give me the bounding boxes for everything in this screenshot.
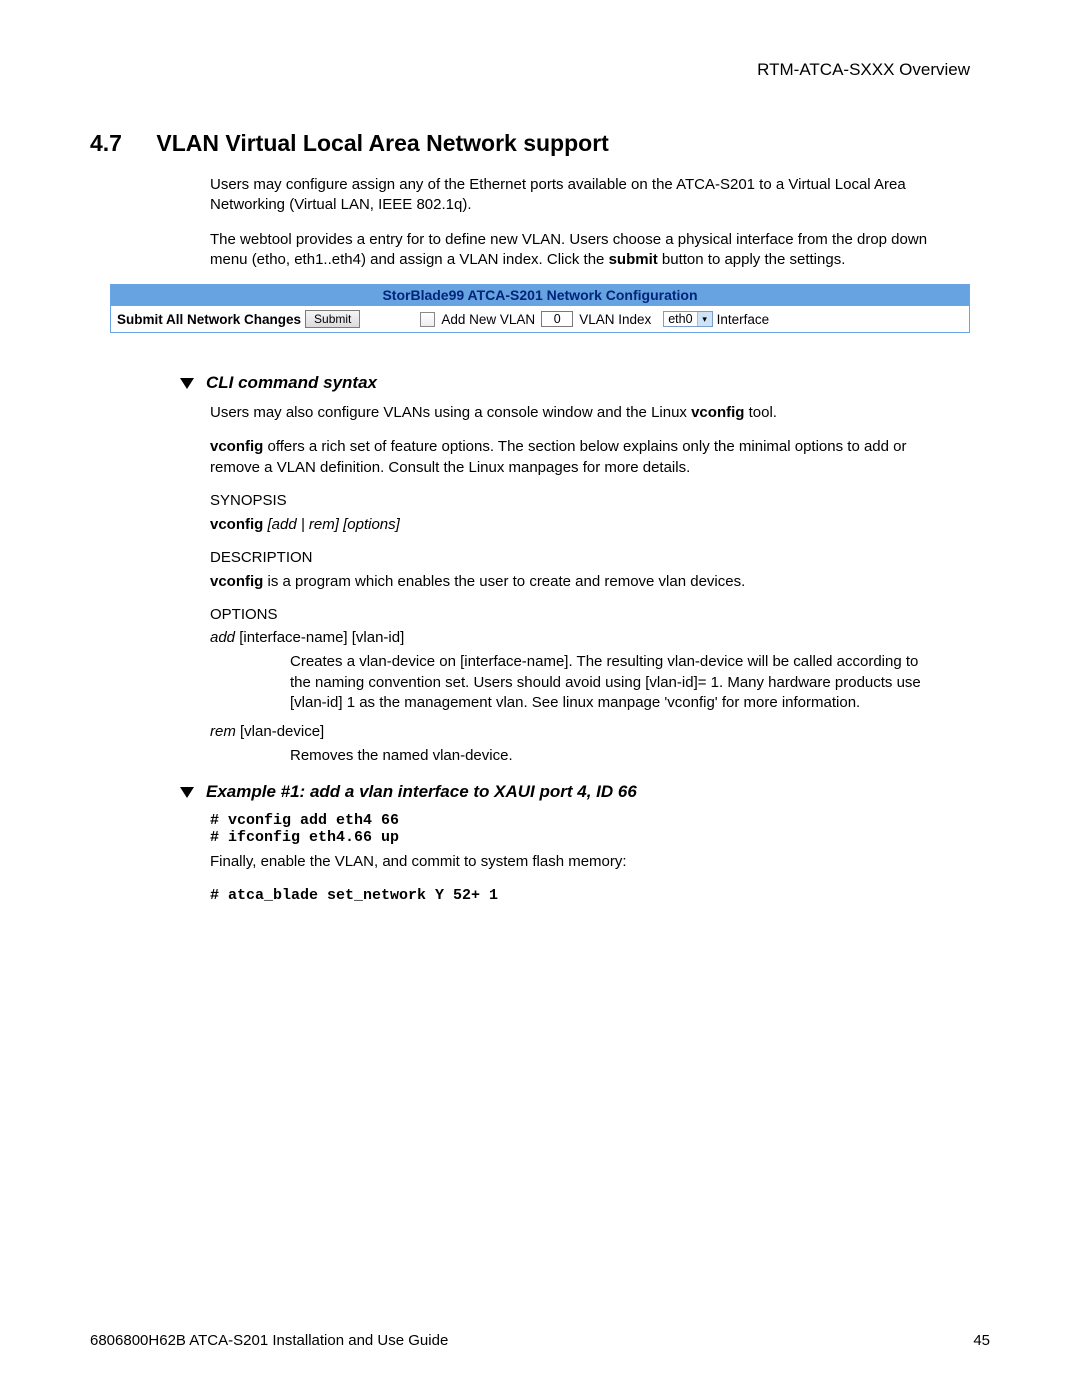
network-config-panel: StorBlade99 ATCA-S201 Network Configurat…	[110, 284, 970, 333]
section-heading: 4.7 VLAN Virtual Local Area Network supp…	[90, 130, 990, 157]
vlan-index-label: VLAN Index	[579, 312, 651, 327]
interface-value: eth0	[664, 312, 696, 326]
submit-button[interactable]: Submit	[305, 310, 360, 328]
cli-heading: CLI command syntax	[180, 373, 990, 393]
option-add-description: Creates a vlan-device on [interface-name…	[290, 652, 930, 713]
description-text: vconfig is a program which enables the u…	[210, 572, 930, 592]
example-code-1: # vconfig add eth4 66 # ifconfig eth4.66…	[210, 812, 990, 846]
section-number: 4.7	[90, 130, 150, 157]
interface-label: Interface	[717, 312, 770, 327]
synopsis-line: vconfig [add | rem] [options]	[210, 515, 930, 535]
running-header: RTM-ATCA-SXXX Overview	[90, 60, 970, 80]
option-rem-description: Removes the named vlan-device.	[290, 746, 930, 766]
add-vlan-checkbox[interactable]	[420, 312, 435, 327]
options-label: OPTIONS	[210, 606, 930, 623]
interface-select[interactable]: eth0 ▾	[663, 311, 712, 327]
vlan-index-input[interactable]	[541, 311, 573, 327]
intro-para-2: The webtool provides a entry for to defi…	[210, 230, 930, 271]
footer-page-number: 45	[973, 1332, 990, 1349]
example-code-2: # atca_blade set_network Y 52+ 1	[210, 887, 990, 904]
synopsis-label: SYNOPSIS	[210, 492, 930, 509]
cli-para-1: Users may also configure VLANs using a c…	[210, 403, 930, 423]
add-vlan-label: Add New VLAN	[441, 312, 535, 327]
option-rem: rem [vlan-device]	[210, 723, 930, 740]
chevron-down-icon: ▾	[697, 312, 712, 326]
intro-para-1: Users may configure assign any of the Et…	[210, 175, 930, 216]
option-add: add [interface-name] [vlan-id]	[210, 629, 930, 646]
cli-para-2: vconfig offers a rich set of feature opt…	[210, 437, 930, 478]
description-label: DESCRIPTION	[210, 549, 930, 566]
section-title: VLAN Virtual Local Area Network support	[156, 130, 608, 156]
triangle-icon	[180, 378, 194, 389]
example-para: Finally, enable the VLAN, and commit to …	[210, 852, 930, 872]
triangle-icon	[180, 787, 194, 798]
example-heading: Example #1: add a vlan interface to XAUI…	[180, 782, 990, 802]
submit-all-label: Submit All Network Changes	[117, 312, 301, 327]
panel-title: StorBlade99 ATCA-S201 Network Configurat…	[111, 285, 969, 306]
footer-left: 6806800H62B ATCA-S201 Installation and U…	[90, 1332, 448, 1349]
